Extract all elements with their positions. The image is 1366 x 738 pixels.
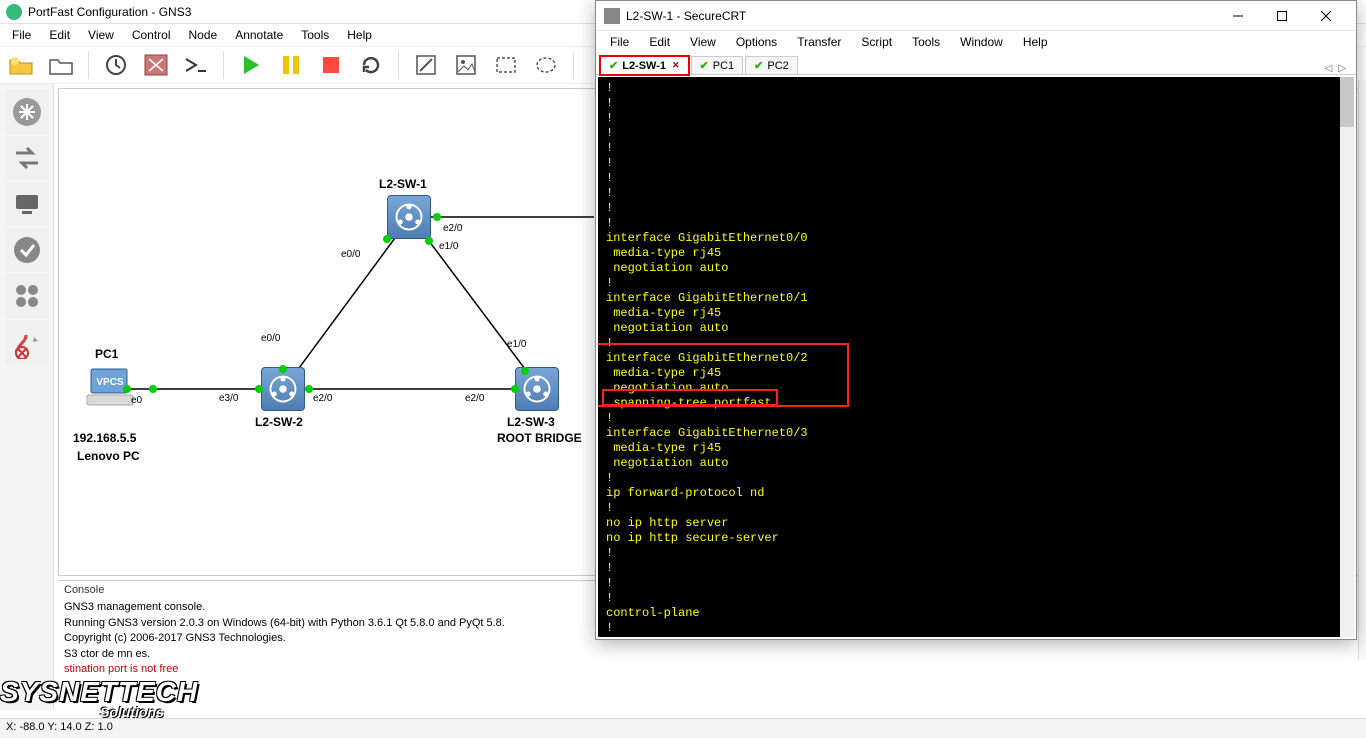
svg-text:VPCS: VPCS: [96, 377, 124, 388]
port-pc1-e0: e0: [131, 395, 142, 406]
console-line-3: S3 ctor de mn es.: [64, 647, 1356, 662]
add-link-button[interactable]: [5, 320, 49, 364]
port-sw1-e00: e0/0: [341, 249, 360, 260]
terminal-output: ! ! ! ! ! ! ! ! ! ! interface GigabitEth…: [606, 81, 1346, 637]
menu-edit[interactable]: Edit: [41, 26, 78, 44]
securecrt-window[interactable]: L2-SW-1 - SecureCRT File Edit View Optio…: [595, 0, 1357, 640]
menu-tools[interactable]: Tools: [293, 26, 337, 44]
tab-pc1[interactable]: ✔ PC1: [691, 56, 744, 74]
node-sw1-label: L2-SW-1: [379, 177, 427, 191]
node-sw1[interactable]: [387, 195, 431, 239]
menu-control[interactable]: Control: [124, 26, 179, 44]
menu-annotate[interactable]: Annotate: [227, 26, 291, 44]
right-panel-fragment: [1358, 80, 1366, 660]
tab-label-1: PC1: [713, 60, 734, 72]
tab-label-0: L2-SW-1: [622, 60, 666, 72]
switches-category-button[interactable]: [5, 136, 49, 180]
node-pc1-host: Lenovo PC: [77, 449, 140, 463]
reload-all-button[interactable]: [354, 48, 388, 82]
console-line-4: stination port is not free: [64, 662, 1356, 677]
crt-titlebar[interactable]: L2-SW-1 - SecureCRT: [596, 1, 1356, 31]
crt-menu-transfer[interactable]: Transfer: [787, 32, 851, 52]
crt-menu-help[interactable]: Help: [1013, 32, 1058, 52]
check-icon: ✔: [609, 59, 618, 72]
crt-app-icon: [604, 8, 620, 24]
gns3-app-icon: [6, 4, 22, 20]
crt-title: L2-SW-1 - SecureCRT: [626, 9, 1216, 23]
check-icon: ✔: [754, 59, 763, 72]
menu-file[interactable]: File: [4, 26, 39, 44]
port-sw3-e10: e1/0: [507, 339, 526, 350]
tab-close-icon[interactable]: ✕: [672, 60, 680, 71]
tab-next-button[interactable]: ▷: [1338, 63, 1346, 74]
node-pc1-label: PC1: [95, 347, 118, 361]
port-sw1-e10: e1/0: [439, 241, 458, 252]
crt-menu-window[interactable]: Window: [950, 32, 1013, 52]
terminal-scrollbar[interactable]: [1340, 77, 1354, 637]
crt-menu-edit[interactable]: Edit: [639, 32, 680, 52]
port-sw2-e30: e3/0: [219, 393, 238, 404]
port-sw1-e20: e2/0: [443, 223, 462, 234]
menu-view[interactable]: View: [80, 26, 122, 44]
all-devices-category-button[interactable]: [5, 274, 49, 318]
show-interface-button[interactable]: [139, 48, 173, 82]
gns3-device-bar: [0, 84, 54, 710]
node-sw3-label: L2-SW-3: [507, 415, 555, 429]
annotation-ellipse-button[interactable]: [529, 48, 563, 82]
crt-menu-file[interactable]: File: [600, 32, 639, 52]
tab-pc2[interactable]: ✔ PC2: [745, 56, 798, 74]
crt-tab-bar: ✔ L2-SW-1 ✕ ✔ PC1 ✔ PC2 ◁ ▷: [596, 53, 1356, 75]
node-sw3-sub: ROOT BRIDGE: [497, 431, 582, 445]
node-sw2[interactable]: [261, 367, 305, 411]
node-pc1-ip: 192.168.5.5: [73, 431, 136, 445]
pause-all-button[interactable]: [274, 48, 308, 82]
close-button[interactable]: [1304, 2, 1348, 30]
crt-menu-tools[interactable]: Tools: [902, 32, 950, 52]
crt-menu-view[interactable]: View: [680, 32, 726, 52]
minimize-button[interactable]: [1216, 2, 1260, 30]
gns3-statusbar: X: -88.0 Y: 14.0 Z: 1.0: [0, 718, 1366, 738]
maximize-button[interactable]: [1260, 2, 1304, 30]
tab-prev-button[interactable]: ◁: [1325, 63, 1333, 74]
new-project-button[interactable]: [4, 48, 38, 82]
annotation-note-button[interactable]: [409, 48, 443, 82]
terminal-area[interactable]: ! ! ! ! ! ! ! ! ! ! interface GigabitEth…: [598, 77, 1354, 637]
node-sw2-label: L2-SW-2: [255, 415, 303, 429]
tab-label-2: PC2: [767, 60, 788, 72]
gns3-title: PortFast Configuration - GNS3: [28, 5, 191, 19]
console-all-button[interactable]: [179, 48, 213, 82]
end-devices-category-button[interactable]: [5, 182, 49, 226]
open-project-button[interactable]: [44, 48, 78, 82]
port-sw2-e00: e0/0: [261, 333, 280, 344]
port-sw3-e20: e2/0: [465, 393, 484, 404]
check-icon: ✔: [700, 59, 709, 72]
menu-node[interactable]: Node: [181, 26, 226, 44]
snapshot-button[interactable]: [99, 48, 133, 82]
routers-category-button[interactable]: [5, 90, 49, 134]
start-all-button[interactable]: [234, 48, 268, 82]
menu-help[interactable]: Help: [339, 26, 380, 44]
port-sw2-e20: e2/0: [313, 393, 332, 404]
crt-menubar: File Edit View Options Transfer Script T…: [596, 31, 1356, 53]
annotation-rect-button[interactable]: [489, 48, 523, 82]
crt-menu-script[interactable]: Script: [851, 32, 902, 52]
stop-all-button[interactable]: [314, 48, 348, 82]
crt-menu-options[interactable]: Options: [726, 32, 787, 52]
annotation-image-button[interactable]: [449, 48, 483, 82]
tab-l2-sw-1[interactable]: ✔ L2-SW-1 ✕: [600, 56, 689, 74]
status-coords: X: -88.0 Y: 14.0 Z: 1.0: [6, 721, 113, 733]
security-devices-category-button[interactable]: [5, 228, 49, 272]
